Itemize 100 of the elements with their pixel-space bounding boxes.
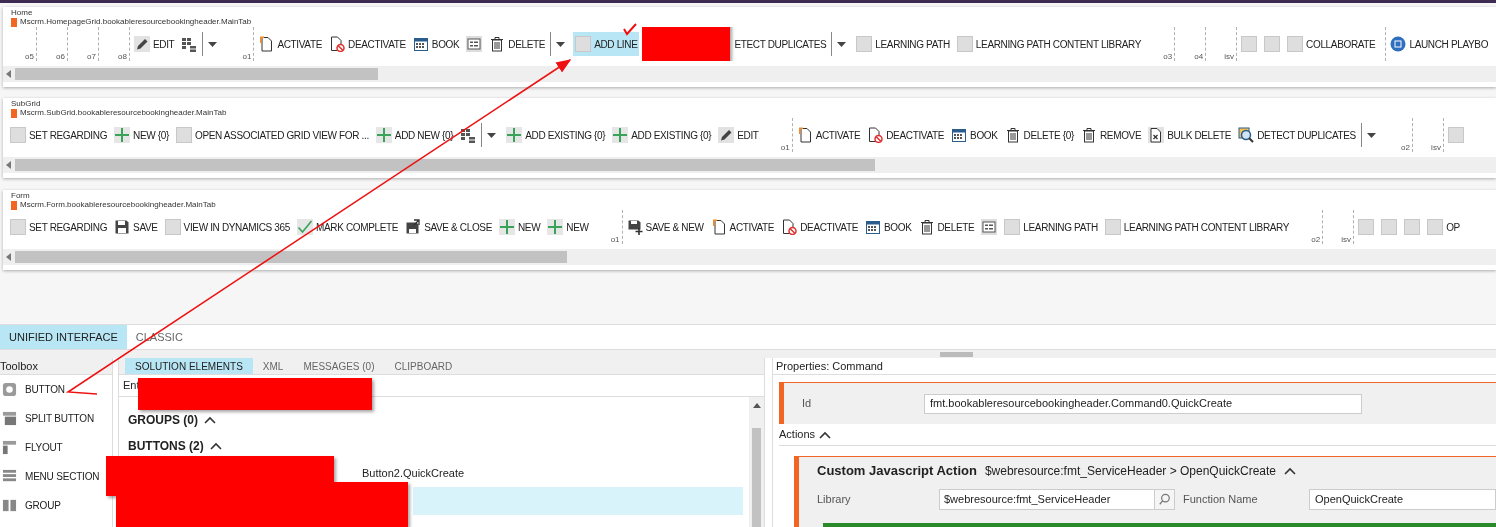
floppy-arrow-icon bbox=[405, 219, 422, 235]
panel-tab[interactable]: XML bbox=[252, 358, 294, 374]
action-title: Custom Javascript Action bbox=[817, 462, 977, 481]
ribbon-button[interactable]: ACTIVATE bbox=[794, 123, 863, 147]
ribbon-button[interactable]: DELETE {0} bbox=[1002, 123, 1076, 147]
field-label: Library bbox=[817, 491, 852, 507]
document-x-icon bbox=[1148, 127, 1165, 143]
ribbon-button[interactable]: NEW bbox=[545, 215, 591, 239]
ribbon-button[interactable]: BOOK bbox=[863, 215, 914, 239]
ribbon-button[interactable]: DETECT DUPLICATES bbox=[1236, 123, 1358, 147]
floppy-icon bbox=[114, 219, 131, 235]
splitter-handle[interactable] bbox=[940, 352, 973, 357]
caret-icon bbox=[556, 41, 566, 47]
action-header[interactable]: Custom Javascript Action $webresource:fmt_ServiceHeader > OpenQuickCreate bbox=[817, 459, 1297, 483]
panel-tab[interactable]: SOLUTION ELEMENTS bbox=[125, 358, 253, 374]
ribbon-button[interactable]: DEACTIVATE bbox=[327, 32, 408, 56]
ribbon-button[interactable]: DEACTIVATE bbox=[865, 123, 947, 147]
marker-label: o8 bbox=[118, 52, 127, 61]
toolbox-item[interactable]: SPLIT BUTTON bbox=[0, 404, 112, 433]
grid-icon bbox=[460, 127, 477, 143]
caret-icon bbox=[1366, 132, 1376, 138]
tab-color-icon bbox=[11, 200, 17, 210]
panel-tab[interactable]: MESSAGES (0) bbox=[293, 358, 385, 374]
section-header[interactable]: BUTTONS (2) bbox=[128, 433, 749, 459]
id-field[interactable]: fmt.bookableresourcebookingheader.Command0.QuickCreate bbox=[924, 393, 1362, 414]
list-row[interactable]: Button2.QuickCreate bbox=[360, 459, 467, 487]
document-blocked-icon bbox=[781, 219, 798, 235]
ribbon-button[interactable]: LEARNING PATH bbox=[1002, 215, 1100, 239]
ribbon-button[interactable]: SET REGARDING bbox=[8, 123, 110, 147]
square-icon bbox=[1287, 36, 1304, 52]
columns-icon bbox=[2, 498, 17, 513]
ribbon-button[interactable]: EDIT bbox=[132, 32, 177, 56]
caret-icon bbox=[487, 132, 497, 138]
pencil-icon bbox=[134, 36, 150, 52]
ribbon-button[interactable]: BOOK bbox=[949, 123, 1000, 147]
ribbon-button[interactable]: OPEN ASSOCIATED GRID VIEW FOR ... bbox=[173, 123, 371, 147]
marker-label: isv bbox=[1224, 52, 1235, 61]
tab-id: Mscrm.SubGrid.bookableresourcebookingheader.MainTab bbox=[20, 108, 227, 118]
chevron-icon bbox=[204, 416, 216, 424]
document-icon bbox=[796, 127, 813, 143]
ribbon-button[interactable]: DEACTIVATE bbox=[779, 215, 860, 239]
ribbon-button[interactable]: ADD EXISTING {0} bbox=[504, 123, 608, 147]
panel-tab[interactable]: CLIPBOARD bbox=[384, 358, 463, 374]
designer-tab[interactable]: UNIFIED INTERFACE bbox=[0, 325, 127, 349]
square-icon bbox=[10, 219, 26, 235]
square-icon bbox=[10, 127, 26, 143]
ribbon-button[interactable]: SAVE & CLOSE bbox=[403, 215, 494, 239]
ribbon-button[interactable]: NEW {0} bbox=[112, 123, 171, 147]
toolbox-item[interactable]: FLYOUT bbox=[0, 433, 112, 462]
document-icon bbox=[710, 219, 727, 235]
ribbon-button[interactable]: OP bbox=[1425, 215, 1462, 239]
panel-title: Home bbox=[11, 7, 33, 18]
ribbon-button[interactable]: LAUNCH PLAYBO bbox=[1388, 32, 1491, 56]
caret-icon bbox=[837, 41, 847, 47]
search-icon[interactable] bbox=[1154, 489, 1174, 509]
magnifier-icon bbox=[1238, 127, 1255, 143]
toolbox-item[interactable]: BUTTON bbox=[0, 375, 112, 404]
ribbon-button[interactable]: MARK COMPLETE bbox=[295, 215, 401, 239]
ribbon-button[interactable]: COLLABORATE bbox=[1285, 32, 1378, 56]
marker-label: o6 bbox=[56, 52, 65, 61]
chevron-icon bbox=[819, 430, 832, 439]
ribbon-button[interactable]: DELETE bbox=[487, 32, 548, 56]
ribbon-button[interactable]: BOOK bbox=[410, 32, 462, 56]
field-label: Id bbox=[802, 396, 813, 412]
ribbon-button[interactable]: ETECT DUPLICATES bbox=[732, 32, 829, 56]
square-icon bbox=[856, 36, 873, 52]
grid-icon bbox=[181, 36, 198, 52]
ribbon-button[interactable]: EDIT bbox=[716, 123, 761, 147]
ribbon-button[interactable]: LEARNING PATH bbox=[854, 32, 952, 56]
ribbon-button[interactable]: SAVE & NEW bbox=[624, 215, 706, 239]
marker-label: o1 bbox=[780, 143, 790, 152]
square-icon bbox=[1004, 219, 1021, 235]
plus-icon bbox=[612, 127, 629, 143]
ribbon-button[interactable]: SAVE bbox=[112, 215, 160, 239]
ribbon-button[interactable]: LEARNING PATH CONTENT LIBRARY bbox=[1102, 215, 1292, 239]
trash-icon bbox=[1004, 127, 1021, 143]
ribbon-button[interactable]: DELETE bbox=[916, 215, 977, 239]
ribbon-button[interactable]: ADD LINE bbox=[573, 32, 640, 56]
form-icon bbox=[981, 219, 998, 235]
ribbon-button[interactable]: ACTIVATE bbox=[256, 32, 324, 56]
ribbon-button[interactable]: VIEW IN DYNAMICS 365 bbox=[162, 215, 292, 239]
ribbon-button[interactable]: ACTIVATE bbox=[708, 215, 777, 239]
library-field[interactable]: $webresource:fmt_ServiceHeader bbox=[939, 488, 1175, 510]
toolbox-item[interactable]: GROUP bbox=[0, 491, 112, 520]
action-summary: $webresource:fmt_ServiceHeader > OpenQuickCreate bbox=[984, 463, 1277, 480]
ribbon-button[interactable]: BULK DELETE bbox=[1146, 123, 1234, 147]
section-header[interactable]: Actions bbox=[779, 424, 1496, 446]
ribbon-button[interactable]: SET REGARDING bbox=[8, 215, 110, 239]
tab-id: Mscrm.HomepageGrid.bookableresourcebookingheader.MainTab bbox=[20, 17, 252, 27]
marker-label: o2 bbox=[1401, 143, 1410, 152]
function-field[interactable]: OpenQuickCreate bbox=[1309, 488, 1496, 510]
calendar-icon bbox=[865, 219, 881, 235]
ribbon-button[interactable]: ADD EXISTING {0} bbox=[610, 123, 714, 147]
ribbon-button[interactable]: LEARNING PATH CONTENT LIBRARY bbox=[954, 32, 1144, 56]
ribbon-button[interactable]: NEW bbox=[497, 215, 543, 239]
ribbon-button[interactable]: REMOVE bbox=[1079, 123, 1144, 147]
scrollbar[interactable] bbox=[749, 397, 764, 527]
section-header[interactable]: GROUPS (0) bbox=[128, 407, 749, 433]
plus-icon bbox=[506, 127, 523, 143]
ribbon-button[interactable]: ADD NEW {0} bbox=[373, 123, 456, 147]
